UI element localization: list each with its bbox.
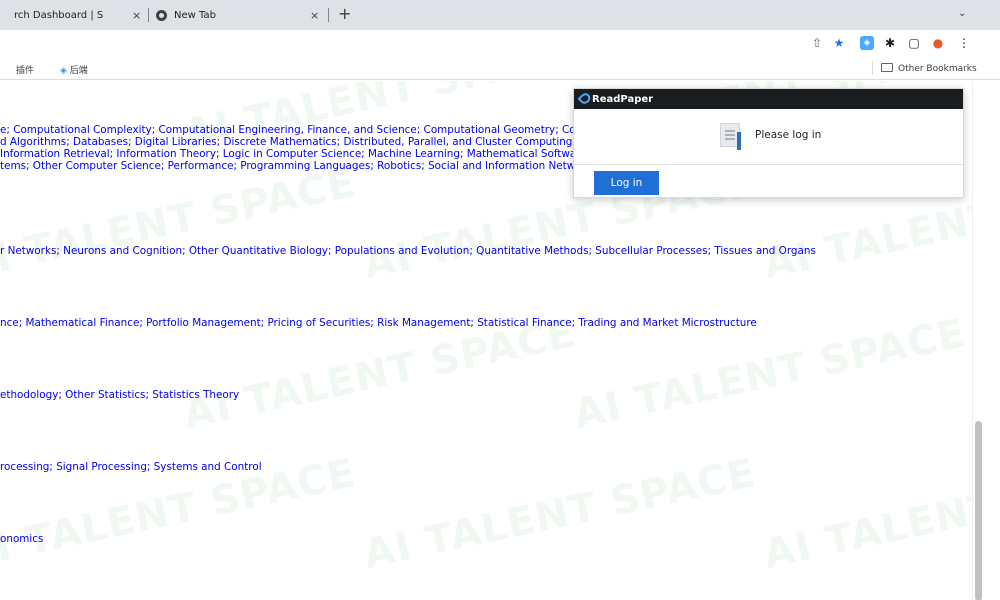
subject-link-line[interactable]: nce; Mathematical Finance; Portfolio Man… [0,317,757,329]
watermark: AI TALENT SPACE [179,309,580,439]
tab-title: New Tab [174,9,216,21]
tab-strip: rch Dashboard | S × New Tab × + ⌄ [0,0,1000,30]
watermark: AI TALENT SPACE [359,449,760,579]
readpaper-extension-icon[interactable]: ◈ [860,36,874,50]
watermark: AI TALENT SPACE [0,159,360,289]
subject-link-line[interactable]: r Networks; Neurons and Cognition; Other… [0,245,816,257]
tab-research-dashboard[interactable]: rch Dashboard | S × [0,0,148,30]
bookmark-star-icon[interactable]: ★ [830,34,848,52]
watermark: AI TALENT SPACE [759,450,972,579]
bookmark-backend[interactable]: ◈ 后端 [60,63,88,76]
subject-link-line[interactable]: tems; Other Computer Science; Performanc… [0,160,597,172]
popup-body: Please log in [574,109,963,165]
bookmarks-bar: 插件 ◈ 后端 Other Bookmarks [0,58,1000,80]
other-bookmarks-button[interactable]: Other Bookmarks [881,63,977,74]
bookmark-plugins[interactable]: 插件 [16,63,34,76]
subject-link-line[interactable]: rocessing; Signal Processing; Systems an… [0,461,262,473]
log-in-button[interactable]: Log in [594,171,659,195]
subject-link-line[interactable]: onomics [0,533,43,545]
readpaper-logo-icon [577,91,593,106]
watermark: AI TALENT SPACE [569,309,970,439]
extensions-puzzle-icon[interactable]: ✱ [881,34,899,52]
side-panel-icon[interactable]: ▢ [905,34,923,52]
chrome-menu-icon[interactable]: ⋮ [955,34,973,52]
bookmark-label: 插件 [16,66,35,76]
tab-title: rch Dashboard | S [14,9,104,21]
folder-icon [881,63,893,72]
close-tab-icon[interactable]: × [132,9,141,22]
new-tab-button[interactable]: + [338,4,351,23]
popup-header: ReadPaper [574,89,963,109]
document-icon [720,123,741,150]
bookmark-label: Other Bookmarks [898,64,977,74]
scrollbar-thumb[interactable] [975,421,982,600]
subject-link-line[interactable]: ethodology; Other Statistics; Statistics… [0,389,239,401]
readpaper-popup: ReadPaper Please log in Log in [573,88,964,198]
share-icon[interactable]: ⇧ [808,34,826,52]
tab-new-tab[interactable]: New Tab × [148,0,328,30]
diamond-icon: ◈ [60,66,67,76]
chrome-icon [156,9,167,21]
close-tab-icon[interactable]: × [310,9,319,22]
bookmark-divider [872,61,873,75]
popup-brand: ReadPaper [592,93,654,105]
bookmark-label: 后端 [69,66,88,76]
login-message: Please log in [755,129,822,141]
page-scrollbar[interactable] [972,81,984,600]
tab-search-button[interactable]: ⌄ [958,8,966,19]
browser-toolbar: ⇧ ★ ◈ ✱ ▢ ● ⋮ [0,30,1000,58]
tab-separator [328,8,329,22]
profile-avatar-icon[interactable]: ● [929,34,947,52]
